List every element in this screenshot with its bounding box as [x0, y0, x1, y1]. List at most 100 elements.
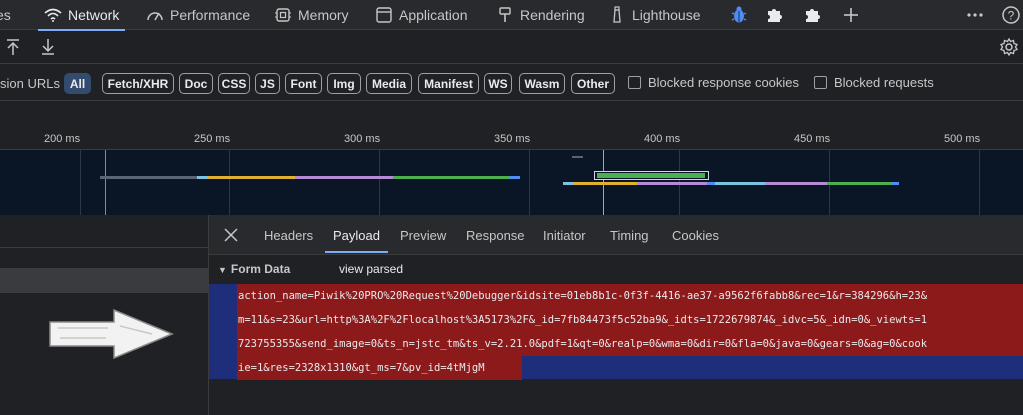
blocked-response-cookies-checkbox[interactable] [628, 76, 641, 89]
tick-label: 450 ms [794, 133, 831, 145]
grid-line [979, 150, 980, 215]
tab-label: Performance [170, 7, 251, 23]
arrow-right-icon [48, 308, 174, 363]
tab-cookies[interactable]: Cookies [672, 228, 719, 243]
help-icon[interactable]: ? [999, 3, 1023, 27]
tab-label: Rendering [520, 7, 585, 23]
svg-text:?: ? [1008, 9, 1015, 23]
bug-icon[interactable] [727, 3, 751, 27]
dom-content-loaded-marker [105, 150, 106, 215]
payload-raw-block[interactable]: action_name=Piwik%20PRO%20Request%20Debu… [209, 284, 1023, 380]
puzzle-icon[interactable] [762, 3, 786, 27]
blocked-requests-checkbox[interactable] [814, 76, 827, 89]
request-bar [637, 182, 707, 185]
tick-label: 350 ms [494, 133, 531, 145]
more-vertical-icon[interactable] [963, 3, 987, 27]
tab-partial-label[interactable]: es [0, 0, 11, 30]
tab-performance[interactable]: Performance [146, 0, 250, 30]
blocked-requests-label[interactable]: Blocked requests [834, 75, 934, 90]
window-icon [375, 6, 393, 24]
tab-initiator[interactable]: Initiator [543, 228, 586, 243]
filter-chip-fetch-xhr[interactable]: Fetch/XHR [102, 73, 174, 94]
tick-label: 200 ms [44, 133, 81, 145]
filter-chip-manifest[interactable]: Manifest [418, 73, 479, 94]
form-data-header[interactable]: ▼ Form Data [218, 262, 290, 276]
filter-chip-js[interactable]: JS [255, 73, 280, 94]
request-bar [765, 182, 827, 185]
wifi-icon [44, 6, 62, 24]
filter-chip-all[interactable]: All [64, 73, 91, 94]
tab-response[interactable]: Response [466, 228, 525, 243]
request-bar [573, 182, 637, 185]
grid-line [80, 150, 81, 215]
grid-line [379, 150, 380, 215]
tab-rendering[interactable]: Rendering [496, 0, 585, 30]
view-parsed-link[interactable]: view parsed [339, 262, 403, 276]
tick-label: 250 ms [194, 133, 231, 145]
tab-label: Memory [298, 7, 349, 23]
request-bar [100, 176, 197, 179]
filter-chip-doc[interactable]: Doc [179, 73, 213, 94]
lighthouse-icon [608, 6, 626, 24]
filter-chip-wasm[interactable]: Wasm [519, 73, 565, 94]
grid-line [529, 150, 530, 215]
paint-roller-icon [496, 6, 514, 24]
tick-label: 500 ms [944, 133, 981, 145]
tab-timing[interactable]: Timing [610, 228, 649, 243]
request-bar [891, 182, 899, 185]
detail-tab-bar: Headers Payload Preview Response Initiat… [209, 215, 1023, 255]
request-bar [295, 176, 393, 179]
request-bar [707, 182, 715, 185]
request-bar [510, 176, 520, 179]
tab-memory[interactable]: Memory [274, 0, 349, 30]
payload-line: m=11&s=23&url=http%3A%2F%2Flocalhost%3A5… [237, 308, 1023, 332]
tab-label: Lighthouse [632, 7, 701, 23]
triangle-down-icon: ▼ [218, 265, 227, 275]
tab-label: Network [68, 7, 120, 23]
payload-line: 723755355&send_image=0&ts_n=jstc_tm&ts_v… [237, 332, 1023, 356]
filter-chip-img[interactable]: Img [327, 73, 361, 94]
selected-request-box[interactable] [594, 171, 709, 180]
filter-chip-other[interactable]: Other [571, 73, 615, 94]
request-bar [572, 156, 583, 158]
network-toolbar [0, 31, 1023, 64]
close-icon[interactable] [224, 228, 238, 245]
puzzle-icon[interactable] [800, 3, 824, 27]
form-data-title: Form Data [230, 262, 291, 276]
payload-line: ie=1&res=2328x1310&gt_ms=7&pv_id=4tMjgM [237, 356, 522, 380]
request-bar [715, 182, 765, 185]
selected-request-row[interactable] [0, 268, 208, 292]
tab-network[interactable]: Network [37, 0, 126, 31]
filter-chip-font[interactable]: Font [285, 73, 322, 94]
request-bar [207, 176, 295, 179]
gauge-icon [146, 6, 164, 24]
timeline-overview[interactable] [0, 150, 1023, 215]
filter-chip-css[interactable]: CSS [218, 73, 250, 94]
request-bar [827, 182, 891, 185]
blocked-response-cookies-label[interactable]: Blocked response cookies [648, 75, 799, 90]
tab-payload[interactable]: Payload [325, 228, 388, 253]
upload-icon[interactable] [1, 35, 25, 59]
filter-chip-media[interactable]: Media [366, 73, 412, 94]
devtools-tab-bar: es Network Performance Memory Applicatio… [0, 0, 1023, 31]
tick-label: 300 ms [344, 133, 381, 145]
request-bar [563, 182, 573, 185]
payload-line: action_name=Piwik%20PRO%20Request%20Debu… [237, 284, 1023, 308]
tab-headers[interactable]: Headers [264, 228, 313, 243]
request-bar [197, 176, 207, 179]
tab-preview[interactable]: Preview [400, 228, 446, 243]
download-icon[interactable] [36, 35, 60, 59]
tab-lighthouse[interactable]: Lighthouse [608, 0, 701, 30]
tab-label: Application [399, 7, 468, 23]
memory-chip-icon [274, 6, 292, 24]
grid-line [229, 150, 230, 215]
filter-lead-text[interactable]: sion URLs [0, 76, 60, 91]
tick-label: 400 ms [644, 133, 681, 145]
plus-icon[interactable] [839, 3, 863, 27]
gear-icon[interactable] [997, 35, 1021, 59]
request-bar [393, 176, 510, 179]
tab-application[interactable]: Application [375, 0, 468, 30]
timeline-ruler: 200 ms 250 ms 300 ms 350 ms 400 ms 450 m… [0, 101, 1023, 150]
request-list-pane[interactable] [0, 215, 209, 415]
filter-chip-ws[interactable]: WS [484, 73, 512, 94]
